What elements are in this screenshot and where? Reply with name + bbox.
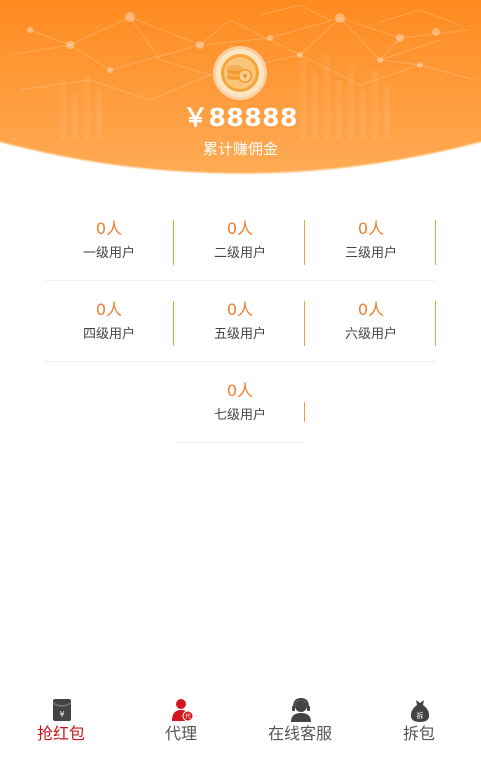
svg-text:¥: ¥ [59, 710, 64, 719]
tab-label: 在线客服 [267, 724, 332, 743]
level-label: 七级用户 [213, 408, 266, 423]
level-count: 0人 [357, 219, 385, 238]
svg-text:代: 代 [185, 713, 191, 721]
level-label: 一级用户 [82, 246, 135, 261]
tab-label: 拆包 [402, 724, 435, 743]
level-count: 0人 [95, 300, 123, 319]
level-cell-6[interactable]: 0人 六级用户 [306, 281, 436, 361]
page: ¥ ￥88888 累计赚佣金 0人 一级用户 0人 二级用户 0人 三级用户 0… [0, 0, 481, 757]
divider [173, 301, 174, 346]
bottom-tab-bar: ¥ 抢红包 代 代理 在线客服 拆 拆包 [0, 690, 481, 757]
level-label: 六级用户 [344, 327, 397, 342]
money-bag-icon: 拆 [410, 700, 430, 722]
divider [173, 220, 174, 265]
level-cell-4[interactable]: 0人 四级用户 [44, 281, 174, 361]
level-label: 二级用户 [213, 246, 266, 261]
level-count: 0人 [357, 300, 385, 319]
divider [435, 301, 436, 346]
level-label: 三级用户 [344, 246, 397, 261]
level-count: 0人 [226, 300, 254, 319]
level-cell-3[interactable]: 0人 三级用户 [306, 200, 436, 280]
tab-label: 代理 [164, 724, 197, 743]
level-label: 四级用户 [82, 327, 135, 342]
divider [304, 301, 305, 346]
divider [304, 220, 305, 265]
level-cell-5[interactable]: 0人 五级用户 [175, 281, 305, 361]
level-cell-2[interactable]: 0人 二级用户 [175, 200, 305, 280]
red-envelope-icon: ¥ [52, 699, 72, 721]
user-level-grid: 0人 一级用户 0人 二级用户 0人 三级用户 0人 四级用户 0人 五级用户 … [44, 200, 436, 443]
level-count: 0人 [226, 381, 254, 400]
tab-open-package[interactable]: 拆 拆包 [359, 690, 479, 750]
level-cell-1[interactable]: 0人 一级用户 [44, 200, 174, 280]
level-cell-7[interactable]: 0人 七级用户 [175, 362, 305, 442]
level-row: 0人 一级用户 0人 二级用户 0人 三级用户 [44, 200, 436, 281]
level-count: 0人 [226, 219, 254, 238]
earnings-header: ¥ ￥88888 累计赚佣金 [0, 0, 481, 185]
agent-user-icon: 代 [172, 699, 194, 722]
level-label: 五级用户 [213, 327, 266, 342]
tab-label: 抢红包 [36, 724, 85, 743]
total-commission-label: 累计赚佣金 [202, 140, 278, 158]
svg-text:¥: ¥ [242, 72, 247, 81]
tab-agent[interactable]: 代 代理 [121, 690, 241, 750]
coins-icon: ¥ [216, 49, 264, 97]
level-row: 0人 七级用户 [175, 362, 305, 443]
tab-online-service[interactable]: 在线客服 [240, 690, 360, 750]
customer-service-icon [291, 697, 311, 722]
level-row: 0人 四级用户 0人 五级用户 0人 六级用户 [44, 281, 436, 362]
tab-grab-red-envelope[interactable]: ¥ 抢红包 [1, 690, 121, 750]
divider [304, 402, 305, 422]
divider [435, 220, 436, 265]
svg-text:拆: 拆 [417, 711, 424, 720]
level-count: 0人 [95, 219, 123, 238]
total-commission-amount: ￥88888 [183, 103, 298, 132]
